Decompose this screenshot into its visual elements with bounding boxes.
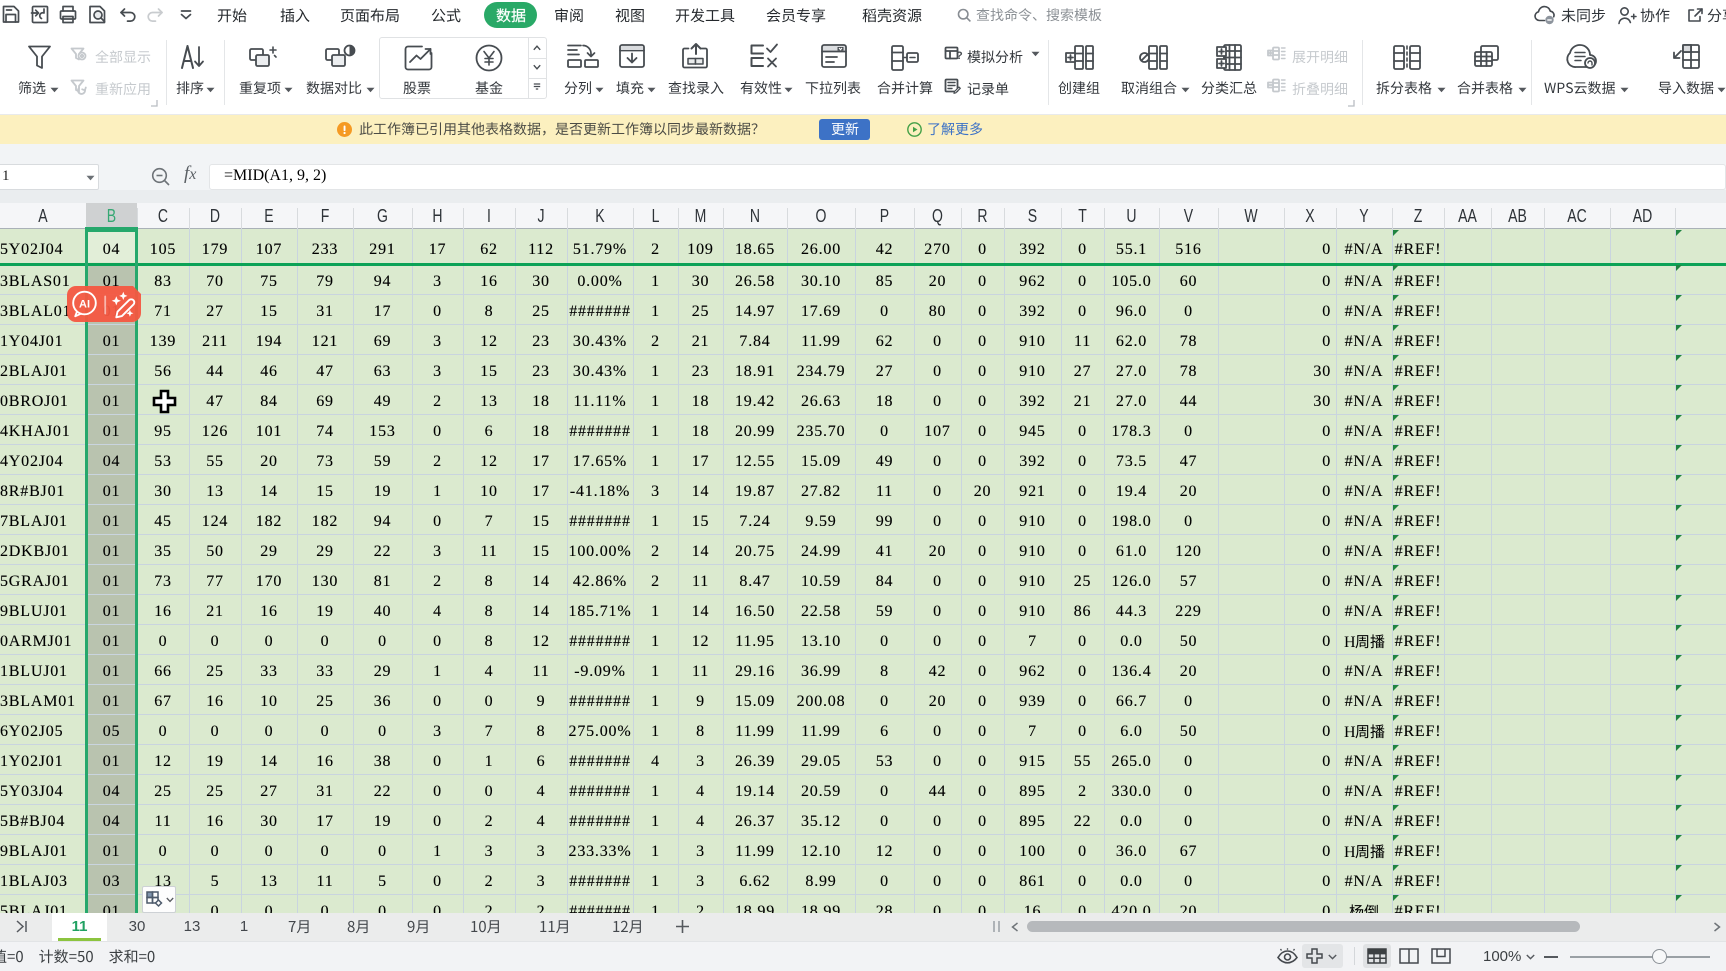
svg-text:H: H bbox=[1344, 724, 1356, 741]
svg-text:H: H bbox=[1344, 634, 1356, 651]
svg-text:AI: AI bbox=[79, 298, 90, 310]
svg-text:?: ? bbox=[956, 50, 963, 62]
svg-text:H: H bbox=[1344, 844, 1356, 861]
